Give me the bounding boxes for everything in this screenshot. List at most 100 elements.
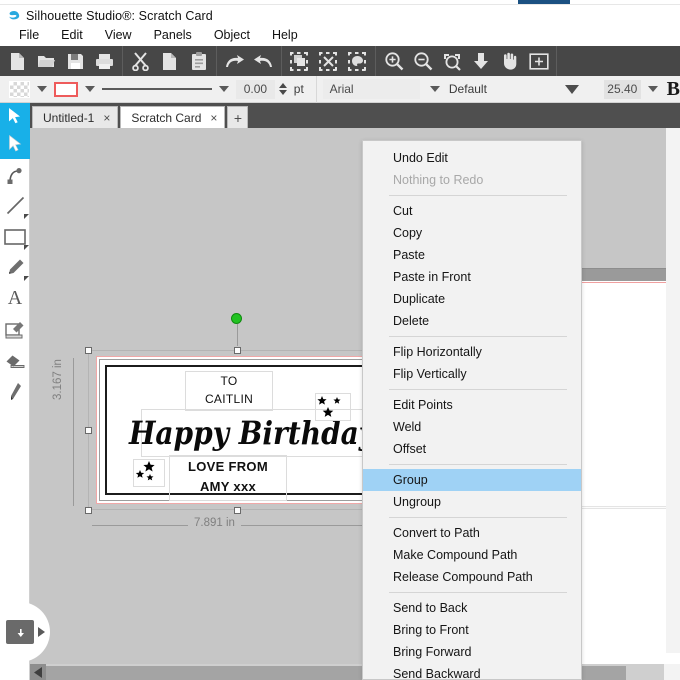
menu-panels[interactable]: Panels xyxy=(143,26,203,44)
ctx-paste[interactable]: Paste xyxy=(363,244,581,266)
expand-arrow-icon[interactable] xyxy=(38,627,45,637)
selection-handle-ml[interactable] xyxy=(85,427,92,434)
font-size-dropdown-icon[interactable] xyxy=(647,86,658,92)
open-folder-icon[interactable] xyxy=(32,46,61,76)
selection-handle-tl[interactable] xyxy=(85,347,92,354)
rectangle-tool[interactable] xyxy=(0,221,30,252)
tab-scratch-card[interactable]: Scratch Card × xyxy=(120,106,226,128)
ctx-flip-vertically[interactable]: Flip Vertically xyxy=(363,363,581,385)
vertical-scrollbar[interactable] xyxy=(666,128,680,653)
save-icon[interactable] xyxy=(61,46,90,76)
toolbar-group-history xyxy=(217,46,282,76)
fit-to-window-icon[interactable] xyxy=(466,46,495,76)
selection-handle-bc[interactable] xyxy=(234,507,241,514)
tab-label: Untitled-1 xyxy=(43,110,95,125)
ctx-offset[interactable]: Offset xyxy=(363,438,581,460)
ctx-weld[interactable]: Weld xyxy=(363,416,581,438)
ctx-copy[interactable]: Copy xyxy=(363,222,581,244)
ctx-undo-edit[interactable]: Undo Edit xyxy=(363,147,581,169)
line-width-stepper[interactable] xyxy=(278,83,287,95)
fill-color-dropdown-icon[interactable] xyxy=(37,86,48,92)
line-color-dropdown-icon[interactable] xyxy=(85,86,96,92)
menu-object[interactable]: Object xyxy=(203,26,261,44)
text-tool[interactable]: A xyxy=(0,283,30,314)
zoom-selection-icon[interactable] xyxy=(437,46,466,76)
ctx-divider-2 xyxy=(389,336,567,337)
ctx-bring-to-front[interactable]: Bring to Front xyxy=(363,619,581,641)
line-width-input[interactable]: 0.00 xyxy=(236,79,275,99)
tab-untitled-1[interactable]: Untitled-1 × xyxy=(32,106,119,128)
selection-handle-tc[interactable] xyxy=(234,347,241,354)
menu-file[interactable]: File xyxy=(8,26,50,44)
ctx-send-to-back[interactable]: Send to Back xyxy=(363,597,581,619)
bold-button[interactable]: B xyxy=(667,78,680,101)
edit-points-tool[interactable] xyxy=(0,159,30,190)
ctx-group[interactable]: Group xyxy=(363,469,581,491)
rotate-handle-stem xyxy=(237,324,238,346)
line-color-swatch[interactable] xyxy=(54,81,79,97)
scroll-left-arrow-icon[interactable] xyxy=(30,664,46,680)
new-document-icon[interactable] xyxy=(3,46,32,76)
ctx-send-backward[interactable]: Send Backward xyxy=(363,663,581,680)
knife-tool[interactable] xyxy=(0,376,30,407)
fill-color-swatch[interactable] xyxy=(9,80,31,98)
menu-help[interactable]: Help xyxy=(261,26,309,44)
copy-icon[interactable] xyxy=(155,46,184,76)
ctx-release-compound-path[interactable]: Release Compound Path xyxy=(363,566,581,588)
select-all-icon[interactable] xyxy=(285,46,314,76)
font-size-input[interactable]: 25.40 xyxy=(603,79,641,99)
undo-arrow-icon[interactable] xyxy=(220,46,249,76)
print-icon[interactable] xyxy=(90,46,119,76)
design-canvas[interactable]: TO CAITLIN Happy Birthday LOVE FROM AMY … xyxy=(30,128,680,680)
ctx-bring-forward[interactable]: Bring Forward xyxy=(363,641,581,663)
horizontal-scrollbar[interactable] xyxy=(30,664,680,680)
flyout-arrow-icon[interactable] xyxy=(24,276,29,281)
flyout-arrow-icon[interactable] xyxy=(24,214,29,219)
ctx-convert-to-path[interactable]: Convert to Path xyxy=(363,522,581,544)
eraser-tool[interactable] xyxy=(0,345,30,376)
main-toolbar xyxy=(0,46,680,76)
width-dimension-label: 7.891 in xyxy=(188,517,241,529)
selection-handle-bl[interactable] xyxy=(85,507,92,514)
deselect-all-icon[interactable] xyxy=(314,46,343,76)
select-arrow-icon[interactable] xyxy=(0,103,30,128)
font-style-select[interactable]: Default xyxy=(449,82,487,96)
menu-edit[interactable]: Edit xyxy=(50,26,94,44)
cut-scissors-icon[interactable] xyxy=(126,46,155,76)
line-width-unit-label: pt xyxy=(293,82,304,96)
ctx-edit-points[interactable]: Edit Points xyxy=(363,394,581,416)
zoom-out-icon[interactable] xyxy=(408,46,437,76)
ctx-delete[interactable]: Delete xyxy=(363,310,581,332)
library-folder-icon[interactable] xyxy=(6,620,34,644)
ctx-make-compound-path[interactable]: Make Compound Path xyxy=(363,544,581,566)
font-family-dropdown-icon[interactable] xyxy=(429,86,440,92)
flyout-arrow-icon[interactable] xyxy=(24,245,29,250)
trace-tool[interactable] xyxy=(0,314,30,345)
font-style-dropdown-icon[interactable] xyxy=(564,84,579,94)
rotate-handle[interactable] xyxy=(231,313,242,324)
line-tool[interactable] xyxy=(0,190,30,221)
draw-pencil-tool[interactable] xyxy=(0,252,30,283)
ctx-paste-in-front[interactable]: Paste in Front xyxy=(363,266,581,288)
ctx-duplicate[interactable]: Duplicate xyxy=(363,288,581,310)
scrollbar-corner xyxy=(664,664,680,680)
redo-arrow-icon[interactable] xyxy=(249,46,278,76)
zoom-in-icon[interactable] xyxy=(379,46,408,76)
ctx-ungroup[interactable]: Ungroup xyxy=(363,491,581,513)
select-arrow-tool[interactable] xyxy=(0,128,30,159)
document-page-right[interactable] xyxy=(577,268,680,680)
paste-clipboard-icon[interactable] xyxy=(184,46,213,76)
ctx-cut[interactable]: Cut xyxy=(363,200,581,222)
close-icon[interactable]: × xyxy=(103,111,110,125)
close-icon[interactable]: × xyxy=(210,111,217,125)
left-tool-rail: A xyxy=(0,128,30,680)
line-style-preview[interactable] xyxy=(102,76,213,103)
zoom-region-icon[interactable] xyxy=(524,46,553,76)
line-style-dropdown-icon[interactable] xyxy=(219,86,230,92)
add-tab-button[interactable]: + xyxy=(227,106,249,128)
pan-hand-icon[interactable] xyxy=(495,46,524,76)
fill-color-icon[interactable] xyxy=(343,46,372,76)
ctx-flip-horizontally[interactable]: Flip Horizontally xyxy=(363,341,581,363)
menu-view[interactable]: View xyxy=(94,26,143,44)
font-family-select[interactable]: Arial xyxy=(322,79,420,99)
